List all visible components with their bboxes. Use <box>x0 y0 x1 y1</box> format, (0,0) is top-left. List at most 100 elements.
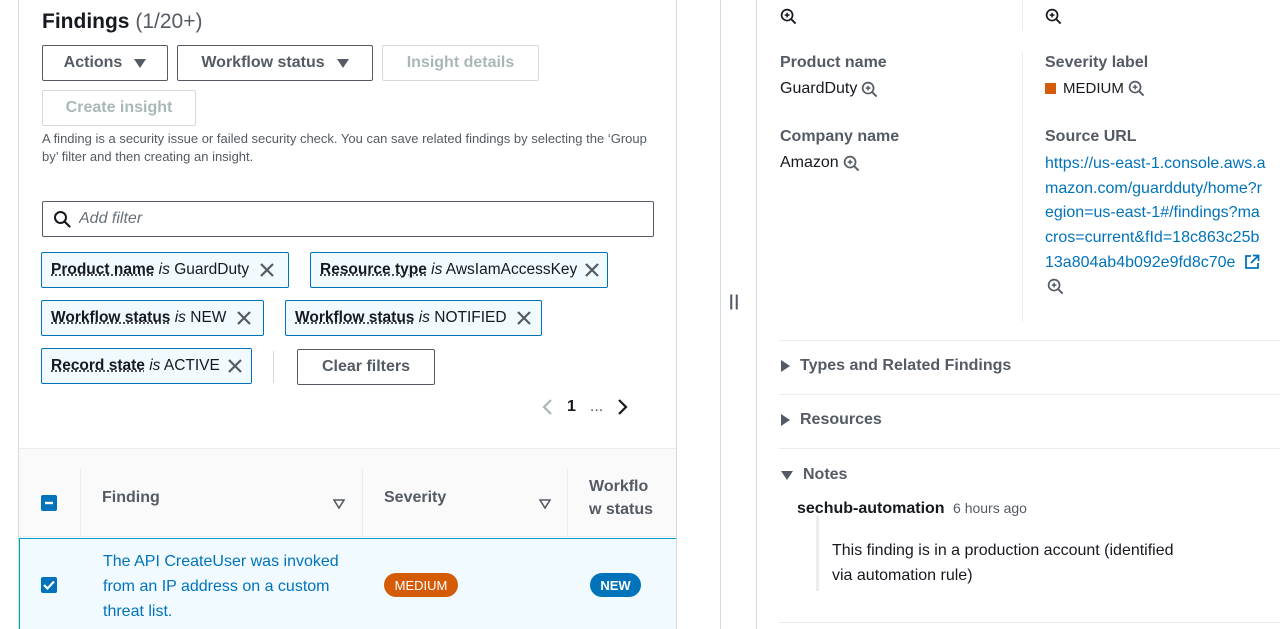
page-number[interactable]: 1 <box>567 398 576 416</box>
sort-icon[interactable] <box>539 499 551 509</box>
filter-box[interactable] <box>42 201 654 237</box>
filter-token: Workflow status is NEW <box>41 300 264 336</box>
filter-token-text: Workflow status is NEW <box>51 309 226 327</box>
column-header-finding[interactable]: Finding <box>102 459 160 537</box>
column-divider <box>1022 52 1023 322</box>
filter-token-value: NOTIFIED <box>434 309 507 326</box>
add-filter-input[interactable] <box>79 210 619 228</box>
filter-token-value: NEW <box>190 309 227 326</box>
table-row[interactable]: The API CreateUser was invoked from an I… <box>19 538 676 629</box>
column-header-severity[interactable]: Severity <box>384 459 446 537</box>
sort-icon[interactable] <box>333 499 345 509</box>
insight-details-button[interactable]: Insight details <box>382 45 539 81</box>
filter-token: Resource type is AwsIamAccessKey <box>310 252 608 288</box>
findings-count: (1/20+) <box>135 10 203 33</box>
filter-token-value: AwsIamAccessKey <box>445 261 578 278</box>
resources-section[interactable]: Resources <box>781 411 882 429</box>
remove-filter-button[interactable] <box>249 253 285 287</box>
zoom-in-icon[interactable] <box>1047 278 1064 295</box>
zoom-in-icon[interactable] <box>1045 8 1062 25</box>
filter-token-key: Workflow status <box>51 309 171 326</box>
zoom-in-icon[interactable] <box>780 8 797 25</box>
select-all-checkbox[interactable] <box>41 495 57 511</box>
findings-description: A finding is a security issue or failed … <box>42 131 647 164</box>
zoom-in-icon[interactable] <box>1128 80 1145 97</box>
actions-button[interactable]: Actions <box>42 45 168 81</box>
divider <box>273 351 274 383</box>
pagination: 1 ... <box>541 398 629 416</box>
findings-panel: Findings (1/20+) Actions Workflow status… <box>18 0 677 629</box>
filter-token-text: Record state is ACTIVE <box>51 357 220 375</box>
close-icon <box>517 311 531 325</box>
filter-token-value: ACTIVE <box>163 357 220 374</box>
company-name-label: Company name <box>780 128 900 145</box>
close-icon <box>260 263 274 277</box>
findings-table: Finding Severity Workflo w status The AP… <box>19 448 676 629</box>
clear-filters-button[interactable]: Clear filters <box>297 349 435 385</box>
search-icon <box>54 211 71 228</box>
remove-filter-button[interactable] <box>577 253 607 287</box>
severity-badge: MEDIUM <box>384 573 458 597</box>
filter-token-operator: is <box>418 309 430 326</box>
filter-token-key: Product name <box>51 261 155 278</box>
section-title: Types and Related Findings <box>800 357 1012 374</box>
column-divider <box>567 469 568 537</box>
product-name-value: GuardDuty <box>780 80 878 98</box>
caret-right-icon <box>781 414 790 426</box>
product-name-text: GuardDuty <box>780 80 858 97</box>
severity-label-label: Severity label <box>1045 54 1149 71</box>
caret-right-icon <box>781 360 790 372</box>
divider <box>779 394 1280 395</box>
workflow-status-badge: NEW <box>590 573 641 597</box>
column-divider <box>1022 0 1023 30</box>
close-icon <box>585 263 599 277</box>
column-divider <box>362 469 363 537</box>
row-checkbox[interactable] <box>41 577 57 593</box>
filter-token-text: Resource type is AwsIamAccessKey <box>320 261 577 279</box>
column-divider <box>80 469 81 537</box>
close-icon <box>237 311 252 325</box>
workflow-status-button[interactable]: Workflow status <box>177 45 373 81</box>
findings-title-text: Findings <box>42 10 130 33</box>
divider <box>779 622 1280 623</box>
filter-token-key: Workflow status <box>295 309 415 326</box>
company-name-text: Amazon <box>780 154 839 171</box>
note-author: sechub-automation <box>797 500 945 517</box>
split-panel-divider: || <box>720 0 757 629</box>
note-time: 6 hours ago <box>953 500 1027 516</box>
column-header-workflow-status[interactable]: Workflo w status <box>589 459 653 537</box>
severity-label-text: MEDIUM <box>1063 80 1124 97</box>
remove-filter-button[interactable] <box>220 349 251 383</box>
external-link-icon[interactable] <box>1244 254 1260 270</box>
section-title: Notes <box>803 466 848 483</box>
source-url-label: Source URL <box>1045 128 1137 145</box>
divider <box>779 448 1280 449</box>
filter-token: Product name is GuardDuty <box>41 252 289 288</box>
source-url-value: https://us-east-1.console.aws.amazon.com… <box>1045 152 1267 300</box>
filter-token: Record state is ACTIVE <box>41 348 252 384</box>
company-name-value: Amazon <box>780 154 860 172</box>
filter-token-operator: is <box>158 261 170 278</box>
chevron-left-icon[interactable] <box>541 398 553 416</box>
notes-section[interactable]: Notes <box>781 466 847 484</box>
column-header-workflow-line2: w status <box>589 501 654 518</box>
zoom-in-icon[interactable] <box>843 155 860 172</box>
resize-handle[interactable]: || <box>729 293 740 311</box>
findings-title: Findings (1/20+) <box>42 10 202 34</box>
zoom-in-icon[interactable] <box>861 81 878 98</box>
column-header-workflow-line1: Workflo <box>589 478 649 495</box>
finding-title-link[interactable]: The API CreateUser was invoked from an I… <box>103 549 343 624</box>
severity-square-icon <box>1045 83 1056 94</box>
filter-token-text: Workflow status is NOTIFIED <box>295 309 507 327</box>
finding-details-panel: Product name GuardDuty Severity label ME… <box>758 0 1280 629</box>
types-related-findings-section[interactable]: Types and Related Findings <box>781 357 1011 375</box>
remove-filter-button[interactable] <box>226 301 262 335</box>
remove-filter-button[interactable] <box>507 301 541 335</box>
source-url-link[interactable]: https://us-east-1.console.aws.amazon.com… <box>1045 155 1266 271</box>
caret-down-icon <box>134 58 147 68</box>
create-insight-button[interactable]: Create insight <box>42 90 196 126</box>
filter-token-operator: is <box>174 309 186 326</box>
filter-token-key: Record state <box>51 357 145 374</box>
workflow-status-button-label: Workflow status <box>201 54 325 71</box>
chevron-right-icon[interactable] <box>617 398 629 416</box>
